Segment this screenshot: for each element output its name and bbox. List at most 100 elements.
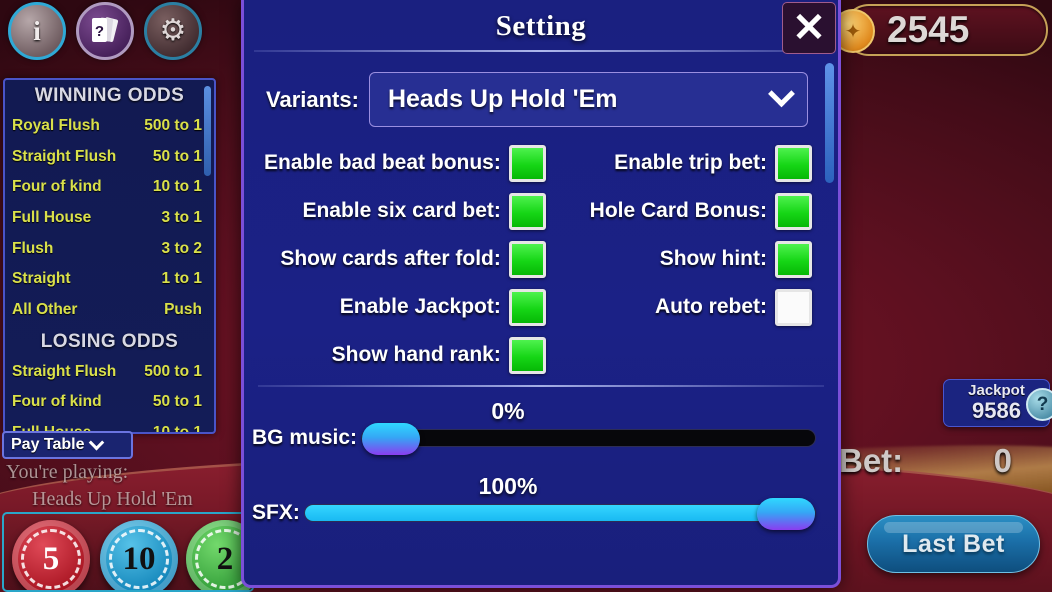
odds-hand: Flush [12, 239, 54, 257]
help-cards-icon: ? [92, 17, 119, 42]
losing-odds-header: LOSING ODDS [40, 330, 179, 352]
sliders-divider [258, 385, 824, 387]
checkbox-enable-jackpot[interactable] [508, 288, 546, 326]
gear-icon: ⚙ [159, 14, 187, 47]
question-mark-icon: ? [1036, 393, 1049, 415]
bg-music-slider-block: 0% BG music: [244, 393, 838, 455]
checkbox-six-card-bet[interactable] [508, 192, 546, 230]
odds-payout: 50 to 1 [152, 393, 202, 411]
jackpot-display: Jackpot 9586 ? [943, 379, 1052, 427]
chip-value: 2 [216, 540, 234, 577]
odds-hand: Full House [12, 209, 92, 227]
settings-button[interactable]: ⚙ [144, 2, 202, 60]
sfx-thumb[interactable] [756, 498, 815, 530]
odds-payout: 10 to 1 [152, 424, 202, 434]
odds-hand: Four of kind [12, 393, 102, 411]
odds-payout: 50 to 1 [152, 147, 202, 165]
chevron-down-icon [768, 80, 795, 108]
variants-select[interactable]: Heads Up Hold 'Em [368, 72, 808, 127]
setting-row-bad-beat-bonus: Enable bad beat bonus: [264, 143, 546, 183]
checkbox-show-hint[interactable] [775, 240, 812, 278]
odds-row: Flush 3 to 2 [5, 234, 214, 265]
checkbox-hole-card-bonus[interactable] [775, 192, 812, 230]
info-button[interactable]: i [8, 2, 66, 60]
chip-5[interactable]: 5 [12, 520, 90, 590]
playing-note-line1: You're playing: [6, 461, 129, 483]
bg-music-row: BG music: [252, 423, 816, 455]
checkbox-auto-rebet[interactable] [775, 288, 812, 326]
odds-payout: 3 to 2 [161, 239, 202, 257]
close-button[interactable]: ✕ [782, 2, 836, 54]
balance-amount: 2545 [887, 9, 970, 50]
top-icon-bar: i ? ⚙ [8, 2, 202, 60]
odds-payout: 1 to 1 [161, 270, 202, 288]
odds-payout: Push [164, 301, 202, 319]
pay-table-dropdown[interactable]: Pay Table [2, 431, 133, 459]
odds-hand: Royal Flush [12, 117, 100, 134]
dialog-title: Setting [495, 10, 587, 42]
setting-label: Enable bad beat bonus: [264, 151, 501, 174]
bet-value: 0 [993, 442, 1012, 479]
playing-note: You're playing: Heads Up Hold 'Em [6, 459, 256, 513]
setting-row-show-hand-rank: Show hand rank: [264, 335, 546, 375]
odds-panel-scrollbar[interactable] [204, 86, 211, 176]
odds-row: Royal Flush 500 to 1 [5, 111, 214, 142]
odds-row: All Other Push [5, 295, 214, 326]
setting-label: Enable six card bet: [302, 199, 501, 222]
last-bet-label: Last Bet [902, 529, 1005, 558]
bg-music-label: BG music: [252, 426, 358, 449]
setting-row-hole-card-bonus: Hole Card Bonus: [564, 191, 812, 231]
setting-row-auto-rebet: Auto rebet: [564, 287, 812, 327]
last-bet-button[interactable]: Last Bet [867, 515, 1040, 573]
pay-table-label: Pay Table [11, 436, 85, 453]
dialog-scrollbar[interactable] [825, 63, 834, 183]
coin-glyph: ✦ [844, 20, 862, 43]
checkbox-bad-beat-bonus[interactable] [508, 144, 546, 182]
setting-label: Show cards after fold: [280, 247, 501, 270]
checkbox-show-hand-rank[interactable] [508, 336, 546, 374]
settings-checkbox-grid: Enable bad beat bonus: Enable trip bet: … [244, 127, 838, 375]
chip-tray: 5 10 2 [2, 512, 254, 592]
bet-label: Bet: [839, 442, 904, 479]
setting-label: Show hint: [659, 247, 767, 270]
chip-10[interactable]: 10 [100, 520, 178, 590]
setting-label: Hole Card Bonus: [589, 199, 767, 222]
sfx-slider[interactable] [303, 498, 816, 530]
chip-value: 5 [42, 540, 60, 577]
bg-music-percent: 0% [491, 398, 525, 424]
settings-dialog: Setting ✕ Variants: Heads Up Hold 'Em En… [241, 0, 841, 588]
info-icon: i [33, 15, 41, 46]
odds-row: Full House 3 to 1 [5, 203, 214, 234]
setting-row-show-cards-after-fold: Show cards after fold: [264, 239, 546, 279]
sfx-fill [304, 505, 815, 521]
sfx-slider-block: 100% SFX: [244, 468, 838, 530]
setting-label: Enable Jackpot: [339, 295, 501, 318]
setting-row-trip-bet: Enable trip bet: [564, 143, 812, 183]
odds-payout: 10 to 1 [152, 178, 202, 196]
jackpot-help-button[interactable]: ? [1026, 388, 1052, 421]
odds-hand: All Other [12, 301, 78, 319]
winning-odds-header: WINNING ODDS [34, 85, 185, 106]
odds-row: Straight Flush 50 to 1 [5, 142, 214, 173]
odds-hand: Four of kind [12, 178, 102, 196]
setting-row-six-card-bet: Enable six card bet: [264, 191, 546, 231]
odds-row: Straight 1 to 1 [5, 264, 214, 295]
chip-value: 10 [122, 540, 156, 577]
setting-label: Show hand rank: [331, 343, 501, 366]
odds-payout: 500 to 1 [144, 117, 202, 134]
sfx-label: SFX: [252, 501, 300, 524]
bg-music-slider[interactable] [361, 423, 816, 455]
help-cards-button[interactable]: ? [76, 2, 134, 60]
playing-note-line2: Heads Up Hold 'Em [32, 488, 193, 510]
svg-text:?: ? [95, 23, 104, 40]
close-icon: ✕ [792, 6, 826, 50]
odds-panel[interactable]: WINNING ODDS Royal Flush 500 to 1 Straig… [3, 78, 216, 434]
bg-music-thumb[interactable] [362, 423, 421, 455]
checkbox-show-cards-after-fold[interactable] [508, 240, 546, 278]
setting-row-show-hint: Show hint: [564, 239, 812, 279]
chevron-down-icon [88, 434, 104, 450]
odds-row: Four of kind 50 to 1 [5, 387, 214, 418]
odds-row: Straight Flush 500 to 1 [5, 357, 214, 388]
variants-row: Variants: Heads Up Hold 'Em [244, 52, 838, 127]
checkbox-trip-bet[interactable] [775, 144, 812, 182]
